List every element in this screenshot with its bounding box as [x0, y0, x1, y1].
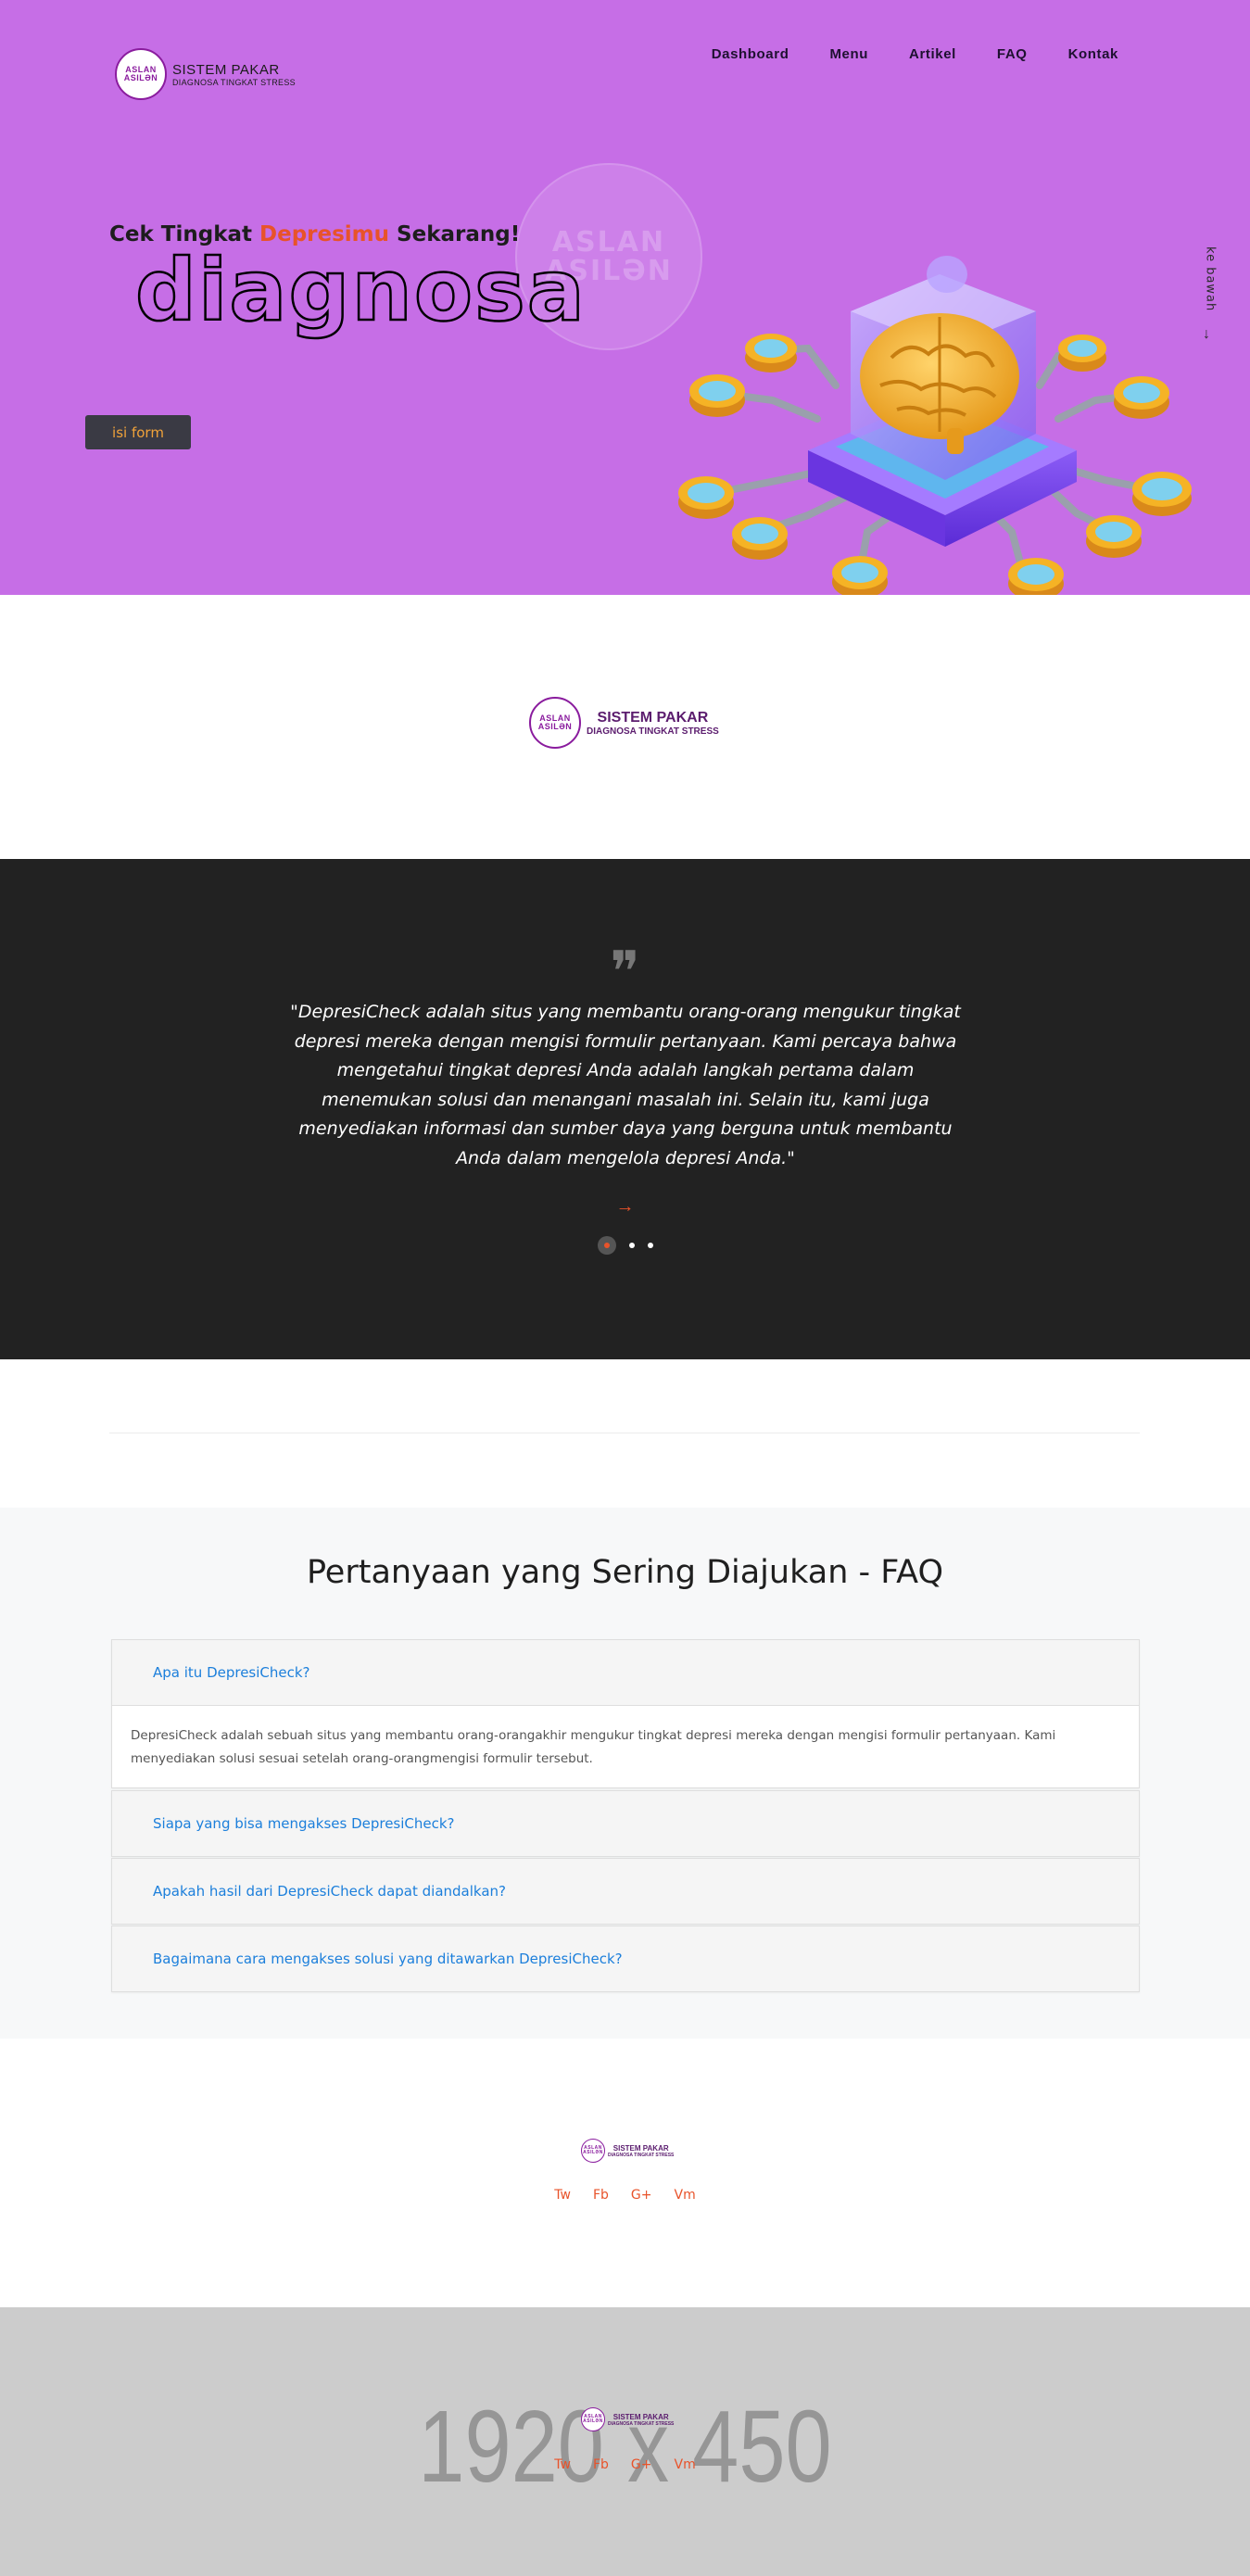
google-plus-link[interactable]: G+	[631, 2457, 652, 2472]
logo-title: SISTEM PAKAR	[612, 2412, 669, 2421]
logo-emblem: ASLAN ASILƏN	[581, 2407, 605, 2431]
center-logo[interactable]: ASLAN ASILƏN SISTEM PAKAR DIAGNOSA TINGK…	[529, 697, 719, 749]
hero-section: ASLAN ASILƏN SISTEM PAKAR DIAGNOSA TINGK…	[0, 0, 1250, 595]
faq-question[interactable]: Siapa yang bisa mengakses DepresiCheck?	[112, 1791, 1139, 1856]
facebook-link[interactable]: Fb	[593, 2188, 609, 2203]
footer-logo[interactable]: ASLAN ASILƏN SISTEM PAKAR DIAGNOSA TINGK…	[581, 2139, 674, 2163]
faq-question[interactable]: Bagaimana cara mengakses solusi yang dit…	[112, 1926, 1139, 1991]
social-links: Tw Fb G+ Vm	[0, 2457, 1250, 2472]
logo-emblem-bottom: ASILƏN	[537, 722, 573, 731]
nav-item-kontak[interactable]: Kontak	[1068, 46, 1118, 62]
nav-item-dashboard[interactable]: Dashboard	[712, 46, 789, 62]
vimeo-link[interactable]: Vm	[675, 2188, 696, 2203]
logo-title: SISTEM PAKAR	[597, 709, 709, 726]
logo-title: SISTEM PAKAR	[172, 61, 280, 78]
logo-emblem: ASLAN ASILƏN	[115, 48, 167, 100]
google-plus-link[interactable]: G+	[631, 2188, 652, 2203]
faq-item: Apa itu DepresiCheck? DepresiCheck adala…	[111, 1639, 1140, 1788]
logo-emblem: ASLAN ASILƏN	[529, 697, 581, 749]
faq-item: Bagaimana cara mengakses solusi yang dit…	[111, 1926, 1140, 1992]
slider-dot-1[interactable]	[597, 1236, 616, 1255]
nav-item-menu[interactable]: Menu	[829, 46, 868, 62]
logo-subtitle: DIAGNOSA TINGKAT STRESS	[172, 77, 296, 87]
twitter-link[interactable]: Tw	[554, 2188, 571, 2203]
nav-item-artikel[interactable]: Artikel	[909, 46, 956, 62]
vimeo-link[interactable]: Vm	[675, 2457, 696, 2472]
logo-subtitle: DIAGNOSA TINGKAT STRESS	[608, 2152, 675, 2158]
faq-question[interactable]: Apakah hasil dari DepresiCheck dapat dia…	[112, 1859, 1139, 1924]
twitter-link[interactable]: Tw	[554, 2457, 571, 2472]
placeholder-banner: 1920 x 450 ASLAN ASILƏN SISTEM PAKAR DIA…	[0, 2307, 1250, 2576]
logo-title: SISTEM PAKAR	[612, 2143, 669, 2153]
faq-answer: DepresiCheck adalah sebuah situs yang me…	[112, 1705, 1139, 1787]
logo-emblem-bottom: ASILƏN	[583, 2150, 603, 2155]
fill-form-button[interactable]: isi form	[85, 415, 191, 449]
faq-title: Pertanyaan yang Sering Diajukan - FAQ	[306, 1554, 944, 1591]
testimonial-text: "DepresiCheck adalah situs yang membantu…	[290, 1002, 961, 1168]
hero-big-word: diagnosa	[134, 241, 587, 340]
brain-chip-illustration	[678, 256, 1192, 595]
slider-dot-3[interactable]	[647, 1243, 653, 1248]
next-slide-arrow[interactable]: →	[0, 1196, 1250, 1218]
quote-icon: ❞	[610, 940, 640, 1004]
logo-subtitle: DIAGNOSA TINGKAT STRESS	[587, 726, 719, 737]
logo-emblem-bottom: ASILƏN	[583, 2418, 603, 2424]
testimonial-section: ❞ "DepresiCheck adalah situs yang memban…	[0, 859, 1250, 1359]
social-links: Tw Fb G+ Vm	[0, 2188, 1250, 2203]
faq-question[interactable]: Apa itu DepresiCheck?	[112, 1640, 1139, 1705]
logo-emblem-bottom: ASILƏN	[123, 73, 158, 82]
facebook-link[interactable]: Fb	[593, 2457, 609, 2472]
slider-dots	[0, 1236, 1250, 1255]
header-logo[interactable]: ASLAN ASILƏN SISTEM PAKAR DIAGNOSA TINGK…	[115, 48, 296, 100]
slider-dot-2[interactable]	[628, 1243, 635, 1248]
nav-item-faq[interactable]: FAQ	[997, 46, 1028, 62]
banner-logo[interactable]: ASLAN ASILƏN SISTEM PAKAR DIAGNOSA TINGK…	[581, 2407, 674, 2431]
logo-emblem: ASLAN ASILƏN	[581, 2139, 605, 2163]
faq-item: Siapa yang bisa mengakses DepresiCheck?	[111, 1790, 1140, 1857]
faq-item: Apakah hasil dari DepresiCheck dapat dia…	[111, 1858, 1140, 1925]
faq-section: Pertanyaan yang Sering Diajukan - FAQ Ap…	[0, 1508, 1250, 2039]
main-nav: Dashboard Menu Artikel FAQ Kontak	[712, 46, 1118, 62]
logo-subtitle: DIAGNOSA TINGKAT STRESS	[608, 2420, 675, 2427]
